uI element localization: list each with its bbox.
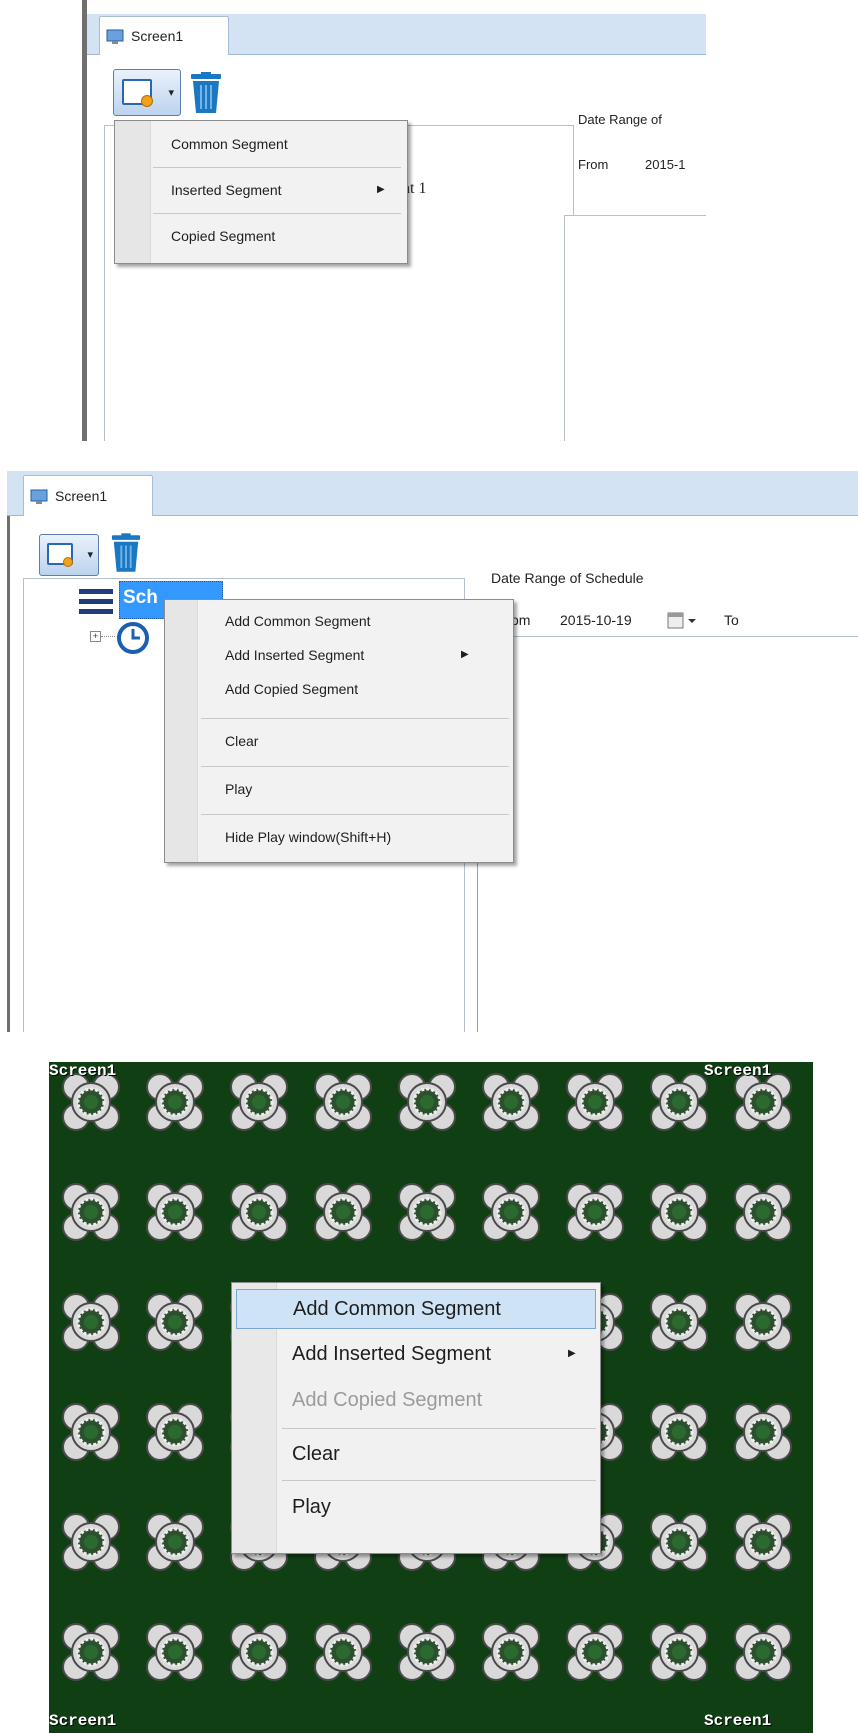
menu-item-add-common-segment[interactable]: Add Common Segment [236, 1289, 596, 1329]
schedule-content-area [564, 215, 706, 441]
tab-label: Screen1 [131, 28, 184, 44]
menu-separator [201, 766, 509, 767]
submenu-arrow-icon: ▶ [461, 649, 469, 660]
add-segment-button[interactable]: ▾ [39, 534, 99, 576]
date-range-group-border [477, 636, 858, 637]
add-segment-dropdown-menu: Common Segment Inserted Segment ▶ Copied… [114, 120, 408, 264]
monitor-icon [30, 489, 48, 504]
from-date-field[interactable]: 2015-1 [645, 157, 685, 172]
tab-screen1[interactable]: Screen1 [23, 475, 153, 516]
menu-item-add-common-segment[interactable]: Add Common Segment [165, 606, 513, 638]
expand-icon[interactable]: + [90, 631, 101, 642]
chevron-down-icon: ▾ [87, 549, 93, 561]
left-edge [82, 0, 87, 441]
menu-separator [153, 213, 401, 214]
menu-item-add-copied-segment[interactable]: Add Copied Segment [165, 674, 513, 706]
menu-item-play[interactable]: Play [165, 774, 513, 806]
clock-icon [117, 622, 149, 654]
chevron-down-icon: ▾ [168, 87, 174, 99]
menu-item-clear[interactable]: Clear [165, 726, 513, 758]
menu-item-copied-segment[interactable]: Copied Segment [115, 217, 407, 255]
menu-separator [282, 1480, 596, 1481]
play-window-context-menu: Add Common Segment Add Inserted Segment … [231, 1282, 601, 1554]
trash-icon[interactable] [190, 72, 222, 114]
submenu-arrow-icon: ▶ [568, 1348, 576, 1359]
monitor-icon [106, 29, 124, 44]
panel-play-window-screenshot: Screen1 Screen1 Screen1 Screen1 Add Comm… [49, 1062, 813, 1733]
schedule-list-icon [79, 589, 113, 614]
menu-item-clear[interactable]: Clear [232, 1435, 600, 1475]
menu-separator [201, 718, 509, 719]
add-segment-button[interactable]: ▾ [113, 69, 181, 116]
from-label: From [578, 157, 609, 172]
trash-icon[interactable] [111, 533, 141, 573]
menu-item-common-segment[interactable]: Common Segment [115, 125, 407, 163]
corner-label-bottom-right: Screen1 [704, 1712, 772, 1730]
date-range-label: Date Range of Schedule [491, 570, 644, 586]
date-range-label: Date Range of [578, 112, 662, 127]
corner-label-top-left: Screen1 [49, 1062, 117, 1080]
tab-label: Screen1 [55, 488, 108, 504]
panel-dropdown-screenshot: Screen1 ▾ nt 1 Date Range of From 2015-1… [82, 0, 706, 441]
to-label: To [724, 612, 739, 628]
schedule-context-menu: Add Common Segment Add Inserted Segment … [164, 599, 514, 863]
panel-context-menu-screenshot: Screen1 ▾ Sch + Date Range of Schedule o… [7, 471, 858, 1032]
from-date-field[interactable]: 2015-10-19 [560, 612, 632, 628]
menu-separator [153, 167, 401, 168]
menu-separator [282, 1428, 596, 1429]
corner-label-top-right: Screen1 [704, 1062, 772, 1080]
menu-item-inserted-segment[interactable]: Inserted Segment ▶ [115, 171, 407, 209]
menu-item-add-copied-segment: Add Copied Segment [292, 1389, 483, 1411]
tab-screen1[interactable]: Screen1 [99, 16, 229, 55]
left-edge [7, 516, 10, 1032]
calendar-icon[interactable] [667, 611, 699, 631]
menu-item-add-inserted-segment[interactable]: Add Inserted Segment ▶ [165, 640, 513, 672]
menu-item-play[interactable]: Play [232, 1488, 600, 1528]
submenu-arrow-icon: ▶ [377, 184, 385, 195]
corner-label-bottom-left: Screen1 [49, 1712, 117, 1730]
menu-item-add-inserted-segment[interactable]: Add Inserted Segment ▶ [232, 1335, 600, 1375]
menu-item-hide-play-window[interactable]: Hide Play window(Shift+H) [165, 822, 513, 854]
menu-separator [201, 814, 509, 815]
